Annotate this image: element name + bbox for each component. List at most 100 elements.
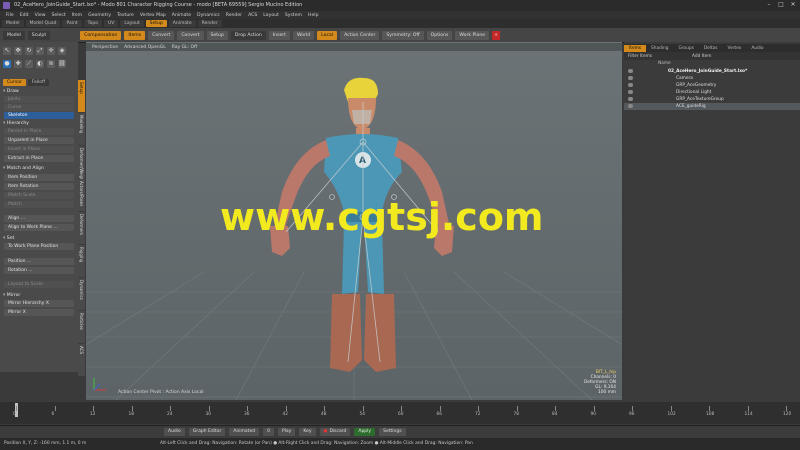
tab-topo[interactable]: Topo [83,20,102,27]
menu-dynamics[interactable]: Dynamics [197,13,220,18]
menu-acs[interactable]: ACS [248,13,257,18]
bone-icon[interactable]: ⟋ [25,60,33,68]
tree-item-directional-light[interactable]: Directional Light [624,89,800,96]
add-layout-button[interactable]: + [492,30,500,40]
visibility-eye-icon[interactable] [628,90,633,94]
tree-item-ace-guiderig[interactable]: ACE_guideRig [624,103,800,110]
menu-animate[interactable]: Animate [172,13,191,18]
tab-vertex[interactable]: Vertex [723,45,747,52]
render-style-dropdown[interactable]: Advanced OpenGL [124,45,166,50]
tab-falloff[interactable]: Falloff [27,79,50,86]
align-work-plane-button[interactable]: Align to Work Plane ... [4,224,74,231]
symmetry-dropdown[interactable]: Symmetry: Off [382,30,424,40]
extract-in-place-button[interactable]: Extract in Place [4,155,74,162]
locator-icon[interactable]: ✚ [14,60,22,68]
work-plane-dropdown[interactable]: Work Plane [455,30,490,40]
visibility-eye-icon[interactable] [628,69,633,73]
menu-file[interactable]: File [6,13,14,18]
settings-button[interactable]: Settings [379,428,406,436]
align-button[interactable]: Align ... [4,215,74,222]
vtab-particles[interactable]: Particles [78,311,85,343]
tab-layout[interactable]: Layout [120,20,144,27]
graph-editor-button[interactable]: Graph Editor [188,428,226,436]
key-button[interactable]: Key [299,428,316,436]
visibility-eye-icon[interactable] [628,83,633,87]
transform-icon[interactable]: ✢ [47,47,55,55]
vtab-deformer-weights[interactable]: Deformer/Weights [78,146,85,184]
vtab-setup[interactable]: Setup [78,80,85,112]
vtab-actors-poses[interactable]: Actors/Poses [78,179,85,211]
curve-button[interactable]: Curve [4,104,74,111]
tree-item-grp-acetexturegroup[interactable]: GRP_AceTextureGroup [624,96,800,103]
visibility-eye-icon[interactable] [628,104,633,108]
visibility-eye-icon[interactable] [628,76,633,80]
tab-shading[interactable]: Shading [646,45,673,52]
tab-uv[interactable]: UV [103,20,119,27]
minimize-icon[interactable]: – [764,1,774,9]
insert-dropdown[interactable]: Insert [268,30,290,40]
menu-render[interactable]: Render [226,13,242,18]
match-button[interactable]: Match [4,201,74,208]
draw-section[interactable]: Draw [3,88,77,95]
rotation-button[interactable]: Rotation ... [4,267,74,274]
hierarchy-section[interactable]: Hierarchy [3,120,77,127]
setup-button[interactable]: Setup [206,30,228,40]
name-column-header[interactable]: Name [658,61,671,66]
parent-in-place-button[interactable]: Parent in Place [4,128,74,135]
tab-animate[interactable]: Animate [168,20,196,27]
tab-items[interactable]: Items [624,44,647,52]
tab-paint[interactable]: Paint [62,20,82,27]
mirror-hierarchy-x-button[interactable]: Mirror Hierarchy X [4,300,74,307]
mirror-section[interactable]: Mirror [3,292,77,299]
match-align-section[interactable]: Match and Align [3,165,77,172]
options-button[interactable]: Options [426,30,453,40]
discard-button[interactable]: Discard [319,428,351,436]
position-button[interactable]: Position ... [4,258,74,265]
visibility-eye-icon[interactable] [628,97,633,101]
menu-geometry[interactable]: Geometry [88,13,111,18]
item-position-button[interactable]: Item Position [4,174,74,181]
move-icon[interactable]: ✥ [14,47,22,55]
animated-dropdown[interactable]: Animated [229,428,260,436]
add-item-button[interactable]: Add Item [692,54,711,59]
play-button[interactable]: Play [277,428,296,436]
tab-setup[interactable]: Setup [145,20,167,27]
items-button[interactable]: Items [124,30,146,40]
set-section[interactable]: Set [3,235,77,242]
tree-item-camera[interactable]: Camera [624,75,800,82]
tab-cursor[interactable]: Cursor [3,79,26,86]
convert-button-2[interactable]: Convert [177,30,204,40]
menu-layout[interactable]: Layout [263,13,279,18]
close-icon[interactable]: ✕ [788,1,798,9]
joint-icon[interactable]: ● [3,60,11,68]
sculpt-button[interactable]: Sculpt [27,30,51,40]
ray-gl-toggle[interactable]: Ray GL: Off [172,45,197,50]
world-button[interactable]: World [292,30,315,40]
model-button[interactable]: Model [3,30,25,40]
menu-texture[interactable]: Texture [117,13,134,18]
skeleton-button[interactable]: Skeleton [4,112,74,119]
tree-item-scene[interactable]: 02_AceHero_JoinGuide_Start.lxo* [624,68,800,75]
rotate-icon[interactable]: ↻ [25,47,33,55]
tab-model-quad[interactable]: Model Quad [25,20,61,27]
element-move-icon[interactable]: ◈ [58,47,66,55]
menu-view[interactable]: View [35,13,46,18]
compensation-button[interactable]: Compensation [80,30,122,40]
local-button[interactable]: Local [317,30,338,40]
item-rotation-button[interactable]: Item Rotation [4,183,74,190]
action-center-dropdown[interactable]: Action Center [340,30,380,40]
menu-vertex-map[interactable]: Vertex Map [140,13,166,18]
vtab-acs[interactable]: ACS [78,344,85,376]
tree-item-grp-acegeometry[interactable]: GRP_AceGeometry [624,82,800,89]
menu-select[interactable]: Select [52,13,66,18]
vtab-modeling[interactable]: Modeling [78,113,85,145]
weight-icon[interactable]: ◐ [36,60,44,68]
to-work-plane-position-button[interactable]: To Work Plane Position [4,243,74,250]
apply-button[interactable]: Apply [354,428,376,436]
unparent-in-place-button[interactable]: Unparent in Place [4,137,74,144]
filter-items-dropdown[interactable]: Filter Items [628,54,652,59]
match-scale-button[interactable]: Match Scale [4,192,74,199]
frame-input[interactable]: 0 [263,428,274,436]
view-type-dropdown[interactable]: Perspective [92,45,118,50]
scale-icon[interactable]: ⤢ [36,47,44,55]
